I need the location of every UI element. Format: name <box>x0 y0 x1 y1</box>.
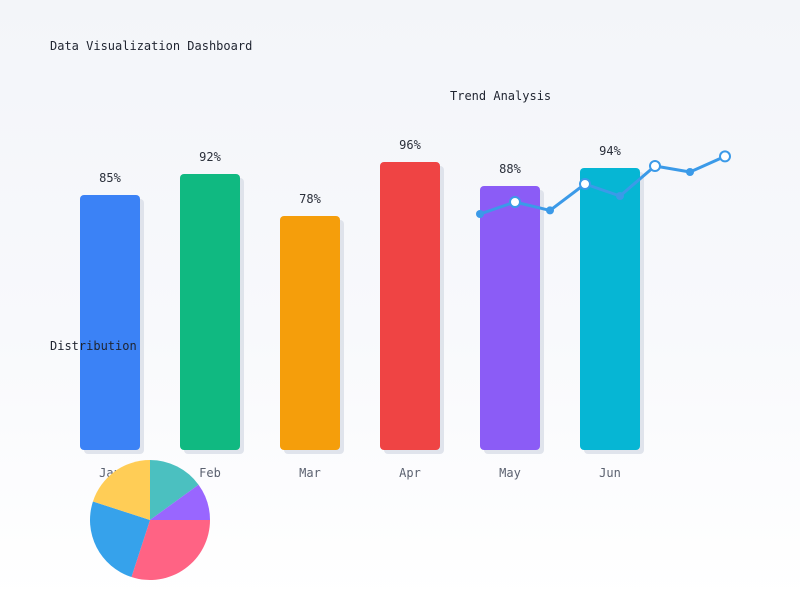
bar-chart: 85%Jan92%Feb78%Mar96%Apr88%May94%Jun <box>80 138 644 480</box>
distribution-pie-chart <box>90 460 210 580</box>
bar-value-label-feb: 92% <box>199 150 221 164</box>
bar-apr <box>380 162 440 450</box>
bar-may <box>480 186 540 450</box>
trend-point-6 <box>649 160 661 172</box>
x-tick-label-mar: Mar <box>299 466 321 480</box>
trend-point-5 <box>616 192 624 200</box>
bar-value-label-may: 88% <box>499 162 521 176</box>
trend-point-2 <box>509 196 521 208</box>
bar-jun <box>580 168 640 450</box>
trend-point-8 <box>719 150 731 163</box>
bar-mar <box>280 216 340 450</box>
bar-jan <box>80 195 140 450</box>
trend-point-3 <box>546 206 554 215</box>
bar-value-label-jan: 85% <box>99 171 121 185</box>
bar-feb <box>180 174 240 450</box>
trend-point-4 <box>579 178 591 190</box>
x-tick-label-jun: Jun <box>599 466 621 480</box>
bar-value-label-apr: 96% <box>399 138 421 152</box>
bar-value-label-jun: 94% <box>599 144 621 158</box>
x-tick-label-feb: Feb <box>199 466 221 480</box>
bar-value-label-mar: 78% <box>299 192 321 206</box>
distribution-title: Distribution <box>50 339 137 353</box>
x-tick-label-may: May <box>499 466 521 480</box>
trend-point-1 <box>476 210 484 218</box>
x-tick-label-apr: Apr <box>399 466 421 480</box>
dashboard-chart-canvas: 85%Jan92%Feb78%Mar96%Apr88%May94%Jun <box>80 138 731 580</box>
trend-point-7 <box>686 168 694 176</box>
